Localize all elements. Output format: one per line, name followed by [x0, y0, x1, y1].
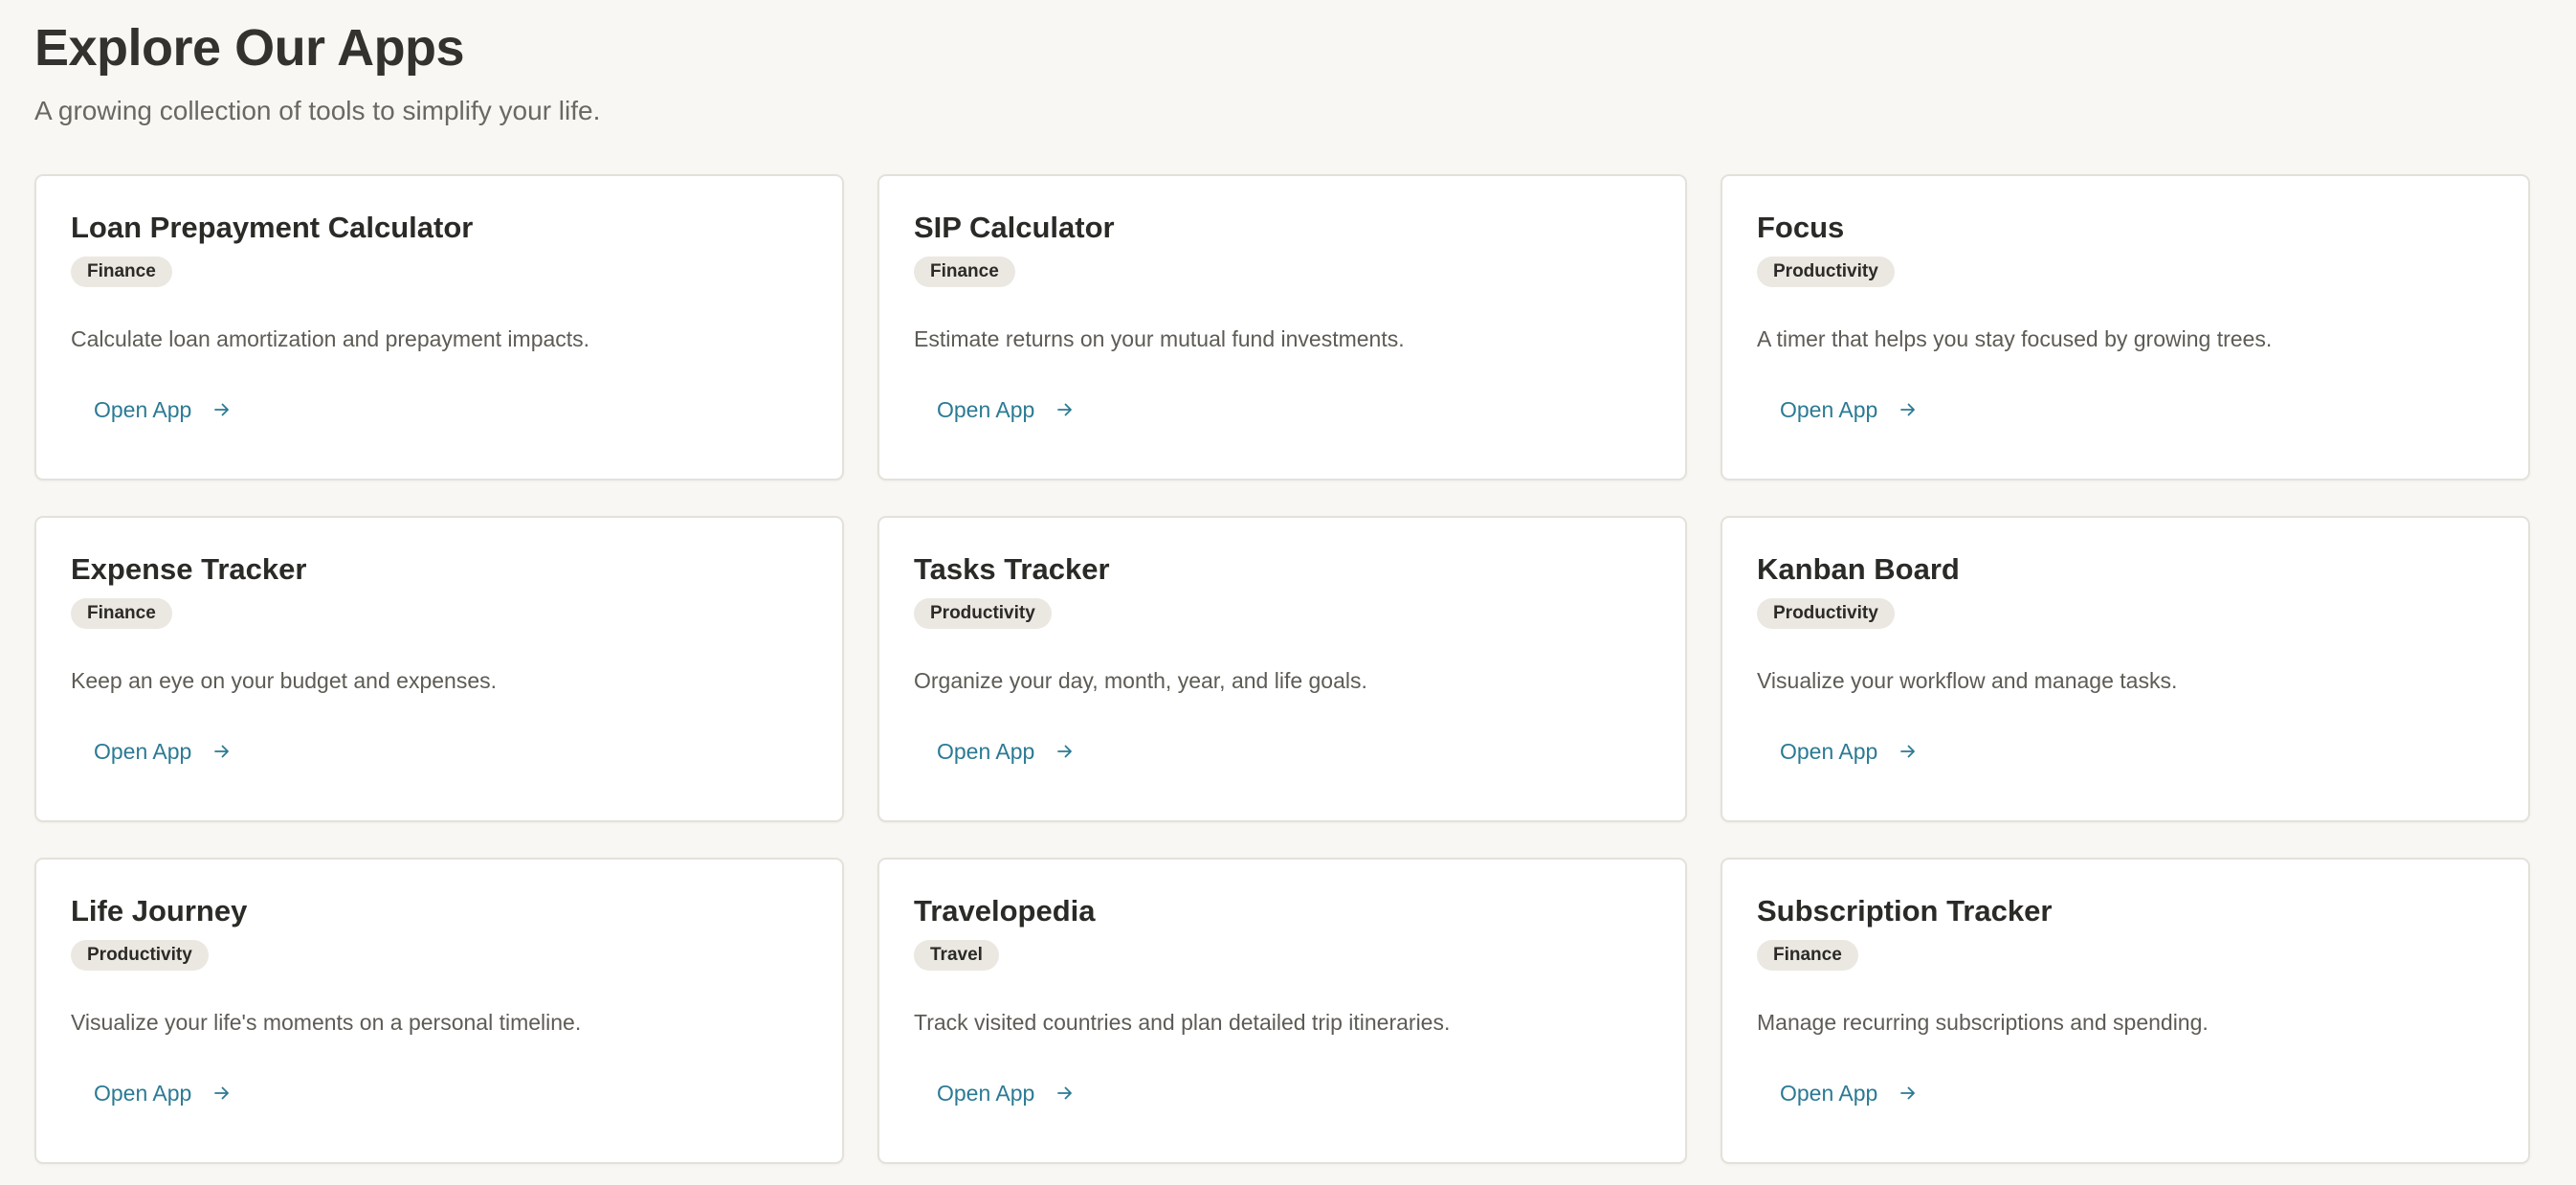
app-card-description: Calculate loan amortization and prepayme…: [71, 326, 590, 351]
open-app-label: Open App: [1780, 397, 1878, 422]
app-card: Expense Tracker Finance Keep an eye on y…: [34, 516, 844, 822]
open-app-button[interactable]: Open App: [71, 725, 255, 778]
arrow-right-icon: [1057, 1086, 1073, 1100]
app-card-description: Organize your day, month, year, and life…: [914, 668, 1367, 693]
app-card-title: Expense Tracker: [71, 552, 307, 586]
app-directory-page: Explore Our Apps A growing collection of…: [0, 0, 2576, 1185]
app-card: Kanban Board Productivity Visualize your…: [1721, 516, 2530, 822]
open-app-button[interactable]: Open App: [914, 383, 1098, 436]
app-card-description: A timer that helps you stay focused by g…: [1757, 326, 2273, 351]
arrow-right-icon: [1900, 403, 1916, 416]
open-app-button[interactable]: Open App: [1757, 1066, 1941, 1120]
app-card-description: Estimate returns on your mutual fund inv…: [914, 326, 1405, 351]
open-app-label: Open App: [94, 397, 192, 422]
app-card: SIP Calculator Finance Estimate returns …: [877, 174, 1687, 481]
app-card-title: Subscription Tracker: [1757, 894, 2053, 928]
page-title: Explore Our Apps: [34, 19, 465, 77]
arrow-right-icon: [214, 745, 230, 758]
app-card-description: Visualize your life's moments on a perso…: [71, 1010, 582, 1035]
open-app-button[interactable]: Open App: [1757, 383, 1941, 436]
open-app-label: Open App: [94, 1081, 192, 1106]
category-badge: Finance: [71, 598, 172, 629]
page-subtitle: A growing collection of tools to simplif…: [34, 96, 601, 125]
app-card: Loan Prepayment Calculator Finance Calcu…: [34, 174, 844, 481]
app-card: Focus Productivity A timer that helps yo…: [1721, 174, 2530, 481]
category-badge: Productivity: [1757, 598, 1895, 629]
app-card: Life Journey Productivity Visualize your…: [34, 858, 844, 1164]
open-app-button[interactable]: Open App: [71, 383, 255, 436]
open-app-label: Open App: [937, 397, 1035, 422]
arrow-right-icon: [214, 1086, 230, 1100]
app-card-description: Keep an eye on your budget and expenses.: [71, 668, 498, 693]
open-app-label: Open App: [1780, 739, 1878, 764]
app-card-title: Focus: [1757, 211, 1845, 244]
open-app-label: Open App: [937, 739, 1035, 764]
app-card: Travelopedia Travel Track visited countr…: [877, 858, 1687, 1164]
open-app-label: Open App: [1780, 1081, 1878, 1106]
app-card-title: Tasks Tracker: [914, 552, 1110, 586]
app-card-title: Life Journey: [71, 894, 248, 928]
open-app-button[interactable]: Open App: [1757, 725, 1941, 778]
arrow-right-icon: [1900, 745, 1916, 758]
app-card-title: Kanban Board: [1757, 552, 1960, 586]
page-header: Explore Our Apps A growing collection of…: [34, 10, 600, 126]
open-app-button[interactable]: Open App: [71, 1066, 255, 1120]
app-card-description: Manage recurring subscriptions and spend…: [1757, 1010, 2209, 1035]
category-badge: Productivity: [1757, 257, 1895, 287]
arrow-right-icon: [214, 403, 230, 416]
category-badge: Productivity: [914, 598, 1052, 629]
category-badge: Productivity: [71, 940, 209, 971]
app-card-title: Travelopedia: [914, 894, 1096, 928]
category-badge: Finance: [71, 257, 172, 287]
app-card-description: Track visited countries and plan detaile…: [914, 1010, 1451, 1035]
app-card-title: Loan Prepayment Calculator: [71, 211, 474, 244]
category-badge: Finance: [1757, 940, 1858, 971]
app-card: Subscription Tracker Finance Manage recu…: [1721, 858, 2530, 1164]
arrow-right-icon: [1057, 403, 1073, 416]
app-card: Tasks Tracker Productivity Organize your…: [877, 516, 1687, 822]
app-card-description: Visualize your workflow and manage tasks…: [1757, 668, 2178, 693]
open-app-button[interactable]: Open App: [914, 725, 1098, 778]
open-app-label: Open App: [94, 739, 192, 764]
app-card-title: SIP Calculator: [914, 211, 1115, 244]
arrow-right-icon: [1057, 745, 1073, 758]
open-app-button[interactable]: Open App: [914, 1066, 1098, 1120]
arrow-right-icon: [1900, 1086, 1916, 1100]
app-card-grid: Loan Prepayment Calculator Finance Calcu…: [34, 174, 2530, 1164]
category-badge: Travel: [914, 940, 999, 971]
open-app-label: Open App: [937, 1081, 1035, 1106]
category-badge: Finance: [914, 257, 1015, 287]
